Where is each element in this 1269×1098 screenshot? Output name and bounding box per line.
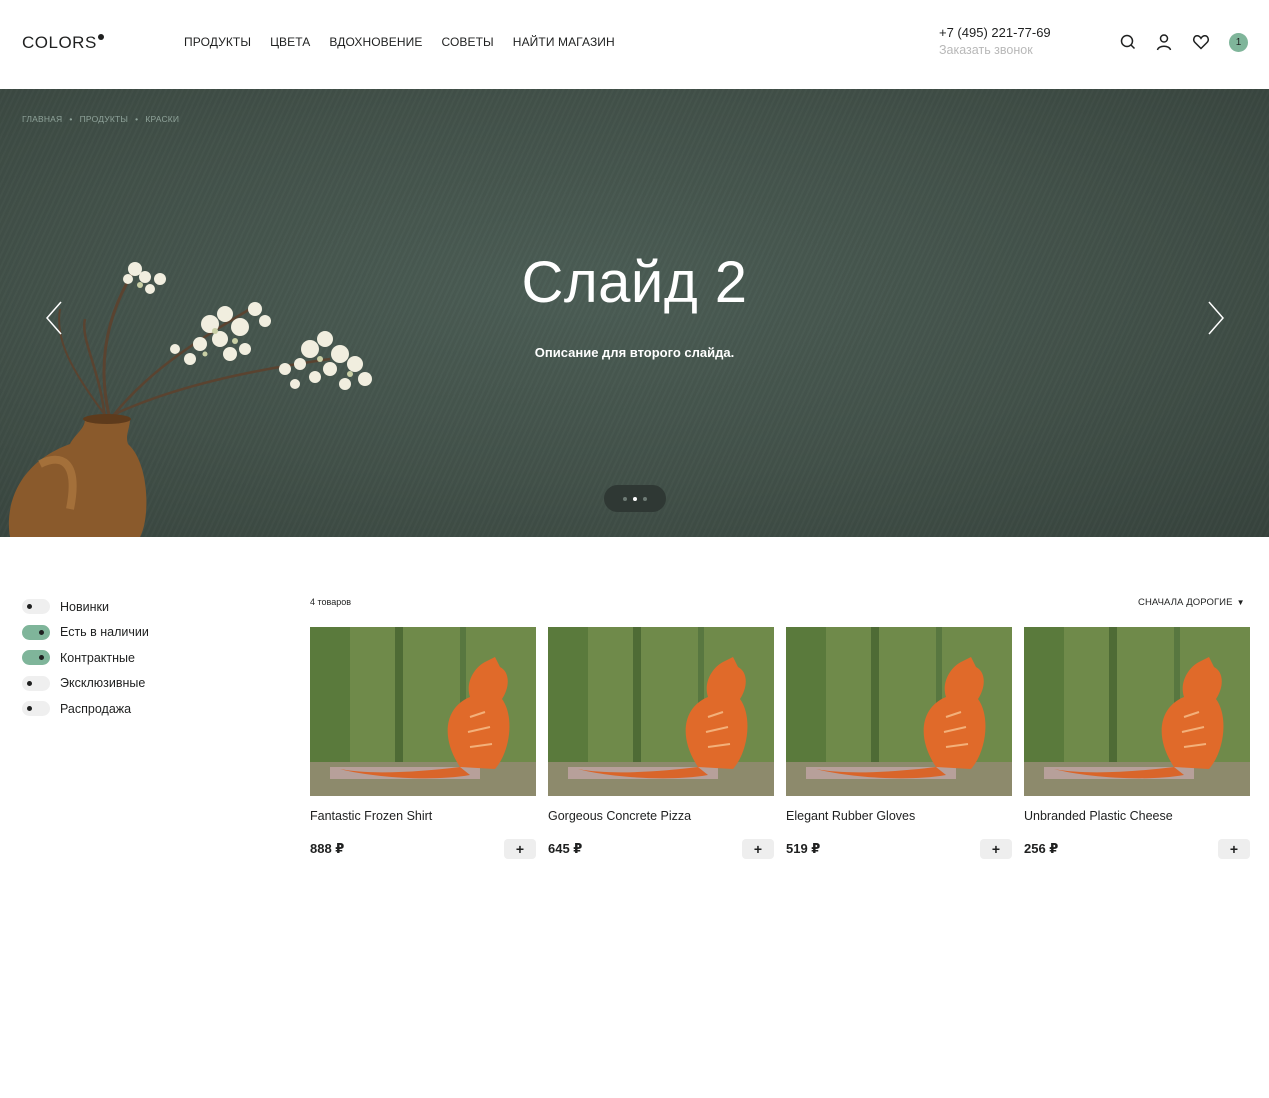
- filter-toggle[interactable]: [22, 675, 50, 691]
- product-image[interactable]: [1024, 627, 1250, 796]
- filter-toggle[interactable]: [22, 650, 50, 666]
- nav-item-inspiration[interactable]: ВДОХНОВЕНИЕ: [329, 35, 422, 49]
- product-card[interactable]: Gorgeous Concrete Pizza 645 ₽ +: [548, 627, 774, 862]
- caret-down-icon: ▼: [1236, 598, 1245, 607]
- user-icon[interactable]: [1154, 32, 1174, 52]
- nav-item-products[interactable]: ПРОДУКТЫ: [184, 35, 251, 49]
- search-icon[interactable]: [1118, 32, 1138, 52]
- slider-dot-3[interactable]: [643, 496, 647, 501]
- slide-title: Слайд 2: [521, 250, 748, 315]
- filter-label: Есть в наличии: [60, 625, 149, 640]
- product-name[interactable]: Elegant Rubber Gloves: [786, 809, 915, 823]
- heart-icon[interactable]: [1191, 32, 1211, 52]
- product-image[interactable]: [310, 627, 536, 796]
- slider-dot-2[interactable]: [633, 496, 637, 501]
- product-name[interactable]: Gorgeous Concrete Pizza: [548, 809, 691, 823]
- main-nav: ПРОДУКТЫ ЦВЕТА ВДОХНОВЕНИЕ СОВЕТЫ НАЙТИ …: [184, 35, 615, 49]
- filter-contract[interactable]: Контрактные: [22, 645, 149, 671]
- arrow-right-icon[interactable]: [1206, 300, 1226, 336]
- breadcrumb-item-home[interactable]: ГЛАВНАЯ: [22, 114, 62, 124]
- product-count: 4 товаров: [310, 597, 352, 607]
- breadcrumb-item-products[interactable]: ПРОДУКТЫ: [80, 114, 129, 124]
- filter-label: Контрактные: [60, 650, 135, 665]
- filter-label: Эксклюзивные: [60, 676, 146, 691]
- sort-label: СНАЧАЛА ДОРОГИЕ: [1138, 597, 1233, 608]
- breadcrumb-item-paints: КРАСКИ: [145, 114, 180, 124]
- add-to-cart-button[interactable]: +: [1218, 839, 1250, 859]
- filter-label: Новинки: [60, 599, 109, 614]
- add-to-cart-button[interactable]: +: [980, 839, 1012, 859]
- filter-exclusive[interactable]: Эксклюзивные: [22, 671, 149, 697]
- breadcrumb-separator: •: [135, 114, 139, 124]
- nav-item-colors[interactable]: ЦВЕТА: [270, 35, 310, 49]
- filter-sidebar: Новинки Есть в наличии Контрактные Экскл…: [22, 594, 149, 722]
- filter-toggle[interactable]: [22, 624, 50, 640]
- filter-toggle[interactable]: [22, 599, 50, 615]
- product-name[interactable]: Fantastic Frozen Shirt: [310, 809, 432, 823]
- breadcrumb: ГЛАВНАЯ • ПРОДУКТЫ • КРАСКИ: [22, 114, 179, 124]
- nav-item-find-store[interactable]: НАЙТИ МАГАЗИН: [513, 35, 615, 49]
- product-name[interactable]: Unbranded Plastic Cheese: [1024, 809, 1173, 823]
- product-grid: Fantastic Frozen Shirt 888 ₽ + Gorgeous …: [310, 627, 1250, 862]
- add-to-cart-button[interactable]: +: [742, 839, 774, 859]
- add-to-cart-button[interactable]: +: [504, 839, 536, 859]
- cart-badge[interactable]: 1: [1229, 33, 1248, 52]
- filter-in-stock[interactable]: Есть в наличии: [22, 620, 149, 646]
- product-card[interactable]: Unbranded Plastic Cheese 256 ₽ +: [1024, 627, 1250, 862]
- nav-item-tips[interactable]: СОВЕТЫ: [441, 35, 493, 49]
- product-price: 519 ₽: [786, 841, 821, 856]
- product-card[interactable]: Fantastic Frozen Shirt 888 ₽ +: [310, 627, 536, 862]
- product-card[interactable]: Elegant Rubber Gloves 519 ₽ +: [786, 627, 1012, 862]
- slider-dot-1[interactable]: [623, 496, 627, 501]
- slide-description: Описание для второго слайда.: [534, 345, 735, 360]
- site-header: COLORS ПРОДУКТЫ ЦВЕТА ВДОХНОВЕНИЕ СОВЕТЫ…: [0, 0, 1269, 89]
- slider-pagination: [604, 485, 666, 512]
- arrow-left-icon[interactable]: [44, 300, 64, 336]
- sort-dropdown[interactable]: СНАЧАЛА ДОРОГИЕ ▼: [1138, 597, 1245, 608]
- filter-new[interactable]: Новинки: [22, 594, 149, 620]
- filter-label: Распродажа: [60, 701, 132, 716]
- hero-slider: ГЛАВНАЯ • ПРОДУКТЫ • КРАСКИ Слайд 2 Опис…: [0, 89, 1269, 537]
- product-image[interactable]: [786, 627, 1012, 796]
- callback-link[interactable]: Заказать звонок: [939, 43, 1033, 57]
- logo-dot: [97, 34, 104, 40]
- filter-toggle[interactable]: [22, 701, 50, 717]
- phone-number[interactable]: +7 (495) 221-77-69: [939, 25, 1051, 40]
- product-price: 888 ₽: [310, 841, 345, 856]
- product-image[interactable]: [548, 627, 774, 796]
- logo[interactable]: COLORS: [22, 33, 104, 53]
- product-price: 645 ₽: [548, 841, 583, 856]
- product-price: 256 ₽: [1024, 841, 1059, 856]
- filter-sale[interactable]: Распродажа: [22, 696, 149, 722]
- breadcrumb-separator: •: [69, 114, 73, 124]
